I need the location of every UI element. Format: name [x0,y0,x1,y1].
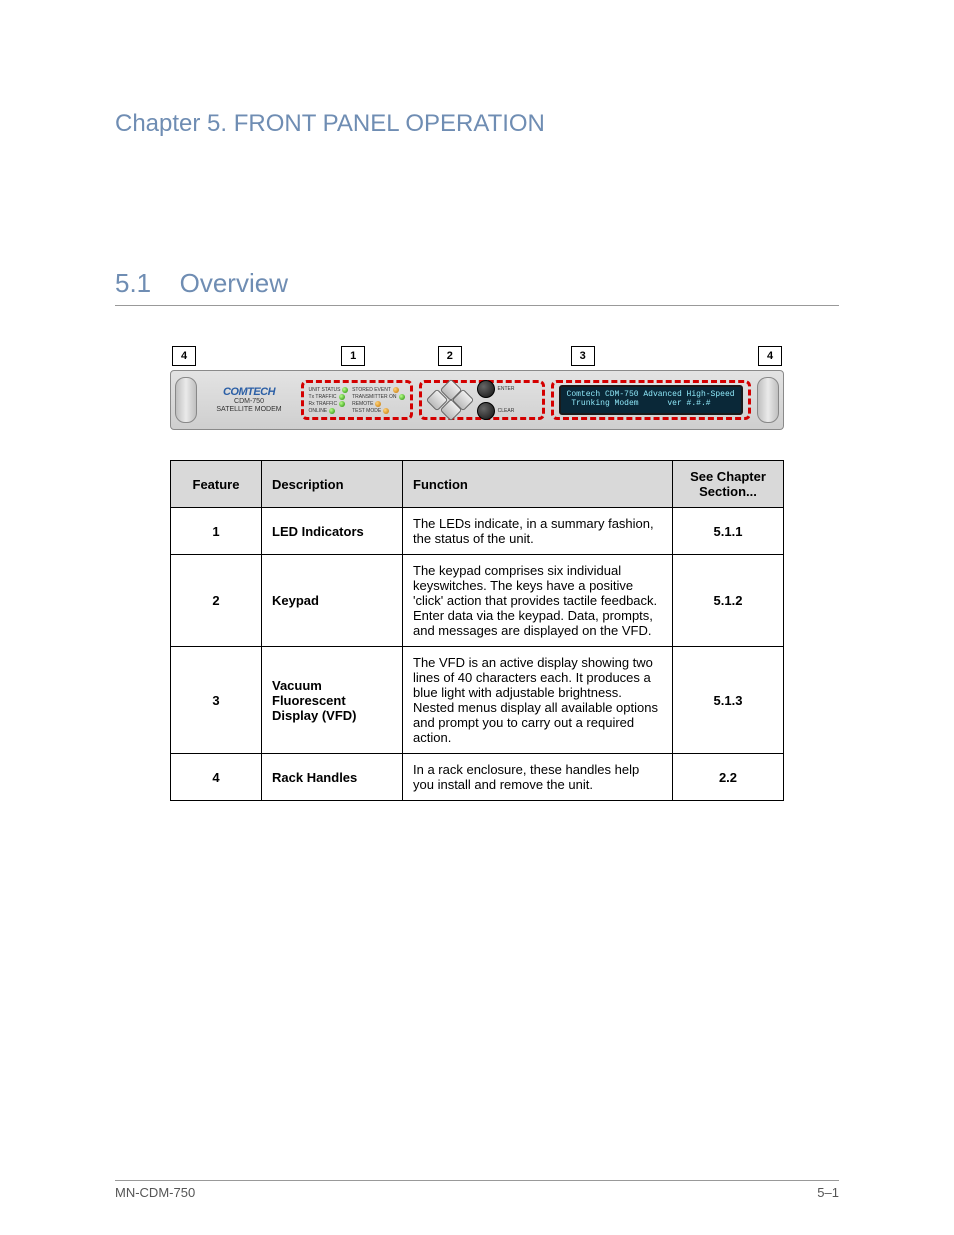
cell-func: The keypad comprises six individual keys… [403,555,673,647]
footer-doc: MN-CDM-750 [115,1185,195,1200]
feature-table: Feature Description Function See Chapter… [170,460,784,801]
col-description: Description [262,461,403,508]
cell-func: In a rack enclosure, these handles help … [403,754,673,801]
cell-func: The LEDs indicate, in a summary fashion,… [403,508,673,555]
enter-button[interactable] [477,380,495,398]
led-indicator [383,408,389,414]
brand-block: COMTECH CDM-750 SATELLITE MODEM [203,386,294,413]
model-subtitle: SATELLITE MODEM [203,406,294,414]
cell-see: 5.1.3 [673,647,784,754]
clear-label: CLEAR [498,408,515,414]
rack-handle-right [757,377,779,423]
cell-see: 2.2 [673,754,784,801]
callout-4-right: 4 [758,346,782,366]
cell-see: 5.1.1 [673,508,784,555]
table-row: 1 LED Indicators The LEDs indicate, in a… [171,508,784,555]
dpad [427,383,473,417]
brand-logo: COMTECH [203,386,294,398]
callout-2: 2 [438,346,462,366]
table-row: 2 Keypad The keypad comprises six indivi… [171,555,784,647]
cell-desc: LED Indicators [262,508,403,555]
led-label: TRANSMITTER ON [352,394,396,400]
col-see: See Chapter Section... [673,461,784,508]
clear-button[interactable] [477,402,495,420]
footer-page: 5–1 [817,1185,839,1200]
led-indicator [339,401,345,407]
led-indicator [339,394,345,400]
led-indicator [375,401,381,407]
section-title: Overview [180,268,288,298]
led-indicator [393,387,399,393]
device-bezel: COMTECH CDM-750 SATELLITE MODEM UNIT STA… [170,370,784,430]
cell-feature: 2 [171,555,262,647]
vfd-line2: Trunking Modem ver #.#.# [567,399,711,408]
led-label: TEST MODE [352,408,381,414]
enter-label: ENTER [498,386,515,392]
led-panel: UNIT STATUS STORED EVENT Tx TRAFFIC TRAN… [301,380,413,420]
keypad: ENTER CLEAR [419,380,545,420]
cell-feature: 3 [171,647,262,754]
cell-desc: Rack Handles [262,754,403,801]
led-label: ONLINE [309,408,328,414]
led-label: Rx TRAFFIC [309,401,338,407]
callout-3: 3 [571,346,595,366]
vfd-line1: Comtech CDM-750 Advanced High-Speed [567,390,735,399]
led-label: STORED EVENT [352,387,391,393]
led-label: Tx TRAFFIC [309,394,337,400]
cell-desc: Keypad [262,555,403,647]
cell-func: The VFD is an active display showing two… [403,647,673,754]
col-function: Function [403,461,673,508]
cell-desc: Vacuum Fluorescent Display (VFD) [262,647,403,754]
led-indicator [399,394,405,400]
table-row: 4 Rack Handles In a rack enclosure, thes… [171,754,784,801]
cell-feature: 1 [171,508,262,555]
cell-feature: 4 [171,754,262,801]
col-feature: Feature [171,461,262,508]
rack-handle-left [175,377,197,423]
page-footer: MN-CDM-750 5–1 [115,1180,839,1200]
vfd-panel: Comtech CDM-750 Advanced High-Speed Trun… [551,380,751,420]
chapter-label: Chapter 5. FRONT PANEL OPERATION [115,110,839,138]
model-label: CDM-750 [203,398,294,406]
section-heading: 5.1 Overview [115,268,839,306]
led-indicator [329,408,335,414]
callout-1: 1 [341,346,365,366]
callout-4-left: 4 [172,346,196,366]
led-label: UNIT STATUS [309,387,341,393]
table-row: 3 Vacuum Fluorescent Display (VFD) The V… [171,647,784,754]
vfd-display: Comtech CDM-750 Advanced High-Speed Trun… [559,385,743,415]
led-indicator [342,387,348,393]
led-label: REMOTE [352,401,373,407]
front-panel-figure: 4 1 2 3 4 COMTECH CDM-750 SATELLITE MODE… [170,346,784,430]
cell-see: 5.1.2 [673,555,784,647]
section-number: 5.1 [115,268,151,299]
